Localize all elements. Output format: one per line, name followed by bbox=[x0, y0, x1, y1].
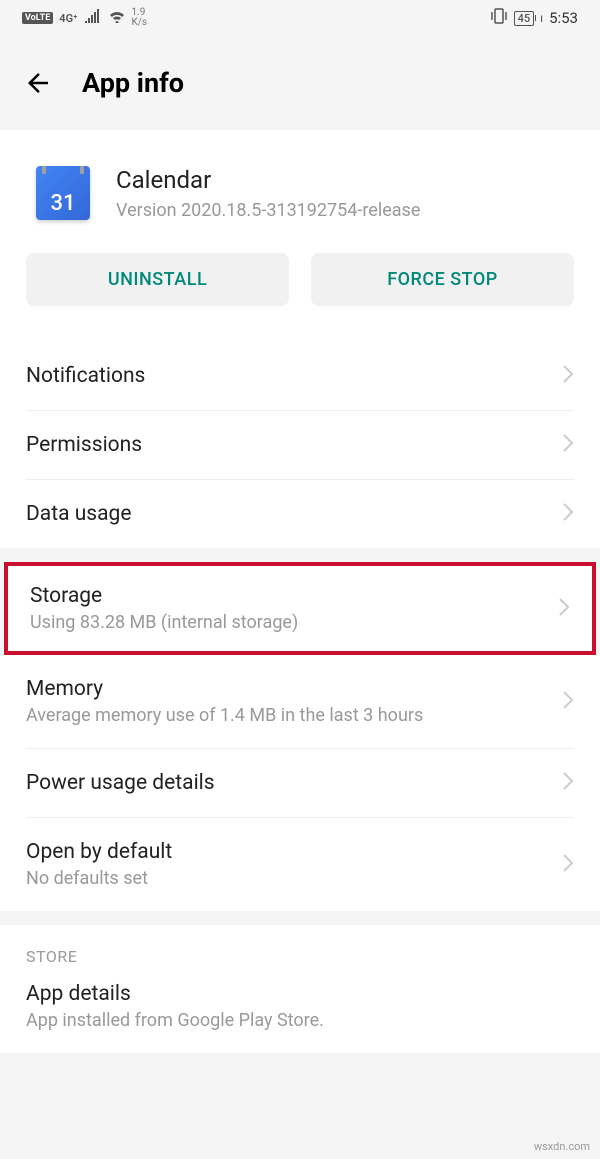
row-title: Permissions bbox=[26, 433, 562, 457]
chevron-right-icon bbox=[562, 771, 574, 795]
row-subtitle: Using 83.28 MB (internal storage) bbox=[30, 612, 558, 633]
header: App info bbox=[0, 36, 600, 130]
row-memory[interactable]: Memory Average memory use of 1.4 MB in t… bbox=[0, 655, 600, 748]
row-subtitle: No defaults set bbox=[26, 868, 562, 889]
status-bar: VoLTE 4G⁺ 1.9 K/s 45 ı 5:53 bbox=[0, 0, 600, 36]
chevron-right-icon bbox=[562, 690, 574, 714]
row-app-details[interactable]: App details App installed from Google Pl… bbox=[0, 974, 600, 1053]
row-open-by-default[interactable]: Open by default No defaults set bbox=[0, 818, 600, 911]
row-subtitle: Average memory use of 1.4 MB in the last… bbox=[26, 705, 562, 726]
row-power-usage[interactable]: Power usage details bbox=[0, 749, 600, 817]
row-data-usage[interactable]: Data usage bbox=[0, 480, 600, 548]
chevron-right-icon bbox=[558, 597, 570, 621]
action-row: UNINSTALL FORCE STOP bbox=[0, 253, 600, 342]
back-icon[interactable] bbox=[22, 67, 54, 99]
row-title: Power usage details bbox=[26, 771, 562, 795]
force-stop-button[interactable]: FORCE STOP bbox=[311, 253, 574, 306]
row-title: Memory bbox=[26, 677, 562, 701]
watermark: wsxdn.com bbox=[534, 1140, 590, 1153]
bt-nfc-icon: ı bbox=[540, 11, 543, 25]
vibrate-icon bbox=[490, 8, 508, 28]
status-left: VoLTE 4G⁺ 1.9 K/s bbox=[22, 8, 147, 28]
app-header: 31 Calendar Version 2020.18.5-313192754-… bbox=[0, 130, 600, 253]
calendar-app-icon: 31 bbox=[36, 166, 90, 220]
clock: 5:53 bbox=[549, 9, 578, 27]
row-title: Data usage bbox=[26, 502, 562, 526]
wifi-icon bbox=[108, 9, 126, 27]
row-title: App details bbox=[26, 982, 574, 1006]
chevron-right-icon bbox=[562, 433, 574, 457]
row-subtitle: App installed from Google Play Store. bbox=[26, 1010, 574, 1031]
row-permissions[interactable]: Permissions bbox=[0, 411, 600, 479]
row-title: Storage bbox=[30, 584, 558, 608]
chevron-right-icon bbox=[562, 853, 574, 877]
uninstall-button[interactable]: UNINSTALL bbox=[26, 253, 289, 306]
app-version: Version 2020.18.5-313192754-release bbox=[116, 200, 574, 221]
app-name: Calendar bbox=[116, 166, 574, 194]
row-storage[interactable]: Storage Using 83.28 MB (internal storage… bbox=[8, 566, 592, 651]
network-type: 4G⁺ bbox=[59, 12, 77, 25]
chevron-right-icon bbox=[562, 502, 574, 526]
volte-badge: VoLTE bbox=[22, 12, 53, 24]
row-title: Open by default bbox=[26, 840, 562, 864]
battery-icon: 45 bbox=[514, 11, 535, 26]
signal-icon bbox=[84, 9, 102, 27]
row-notifications[interactable]: Notifications bbox=[0, 342, 600, 410]
highlight-storage: Storage Using 83.28 MB (internal storage… bbox=[4, 562, 596, 655]
section-store-label: STORE bbox=[0, 925, 600, 974]
chevron-right-icon bbox=[562, 364, 574, 388]
page-title: App info bbox=[82, 67, 184, 99]
status-right: 45 ı 5:53 bbox=[490, 8, 578, 28]
net-speed: 1.9 K/s bbox=[132, 8, 148, 28]
row-title: Notifications bbox=[26, 364, 562, 388]
